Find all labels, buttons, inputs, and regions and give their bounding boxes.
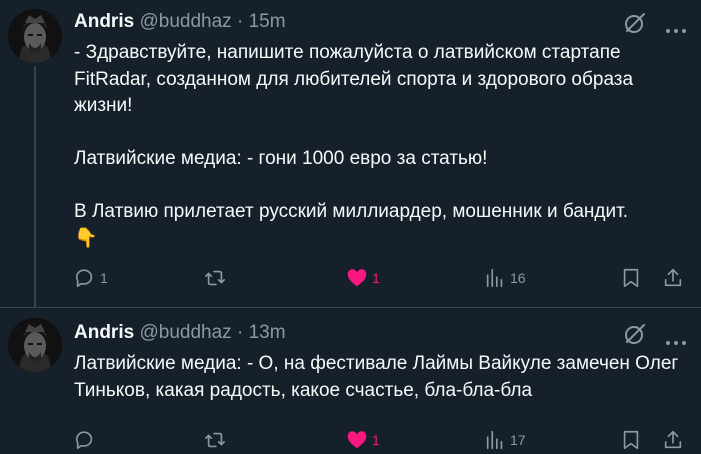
heart-icon [347,269,367,287]
separator-dot: · [236,322,244,343]
more-icon[interactable] [665,333,687,345]
repost-button[interactable] [204,266,230,290]
bookmark-button[interactable] [620,266,642,290]
share-button[interactable] [662,428,684,452]
avatar[interactable] [8,9,62,63]
tweet-header: Andris @buddhaz · 13m [74,322,286,344]
timestamp[interactable]: 13m [249,322,286,343]
tweet[interactable]: Andris @buddhaz · 13m Латвийские медиа: … [0,308,701,454]
more-icon[interactable] [665,21,687,33]
timestamp[interactable]: 15m [249,11,286,32]
tweet[interactable]: Andris @buddhaz · 15m - Здравствуйте, на… [0,0,701,308]
grok-icon[interactable] [623,11,647,35]
repost-button[interactable] [204,428,230,452]
view-count: 17 [510,432,526,448]
share-icon [664,430,682,449]
author-name[interactable]: Andris [74,11,134,32]
reply-icon [75,269,93,288]
author-name[interactable]: Andris [74,322,134,343]
action-bar: 1 17 [74,428,686,452]
repost-icon [205,432,225,448]
bookmark-icon [623,430,639,450]
views-icon [486,268,503,288]
tweet-header: Andris @buddhaz · 15m [74,11,286,33]
view-count: 16 [510,270,526,286]
repost-icon [205,270,225,286]
thread-line [34,66,36,308]
tweet-text: - Здравствуйте, напишите пожалуйста о ла… [74,42,634,249]
like-count: 1 [372,270,380,286]
reply-button[interactable] [74,428,100,452]
grok-icon[interactable] [623,322,647,346]
share-button[interactable] [662,266,684,290]
like-button[interactable]: 1 [346,266,380,290]
action-bar: 1 1 16 [74,266,686,290]
heart-icon [347,431,367,449]
views-button[interactable]: 17 [484,428,526,452]
tweet-text: Латвийские медиа: - О, на фестивале Лайм… [74,353,684,401]
like-button[interactable]: 1 [346,428,380,452]
avatar[interactable] [8,318,62,372]
reply-count: 1 [100,270,108,286]
author-handle[interactable]: @buddhaz [139,11,231,32]
bookmark-button[interactable] [620,428,642,452]
views-button[interactable]: 16 [484,266,526,290]
like-count: 1 [372,432,380,448]
separator-dot: · [236,11,244,32]
bookmark-icon [623,268,639,288]
share-icon [664,268,682,287]
author-handle[interactable]: @buddhaz [139,322,231,343]
reply-icon [75,431,93,450]
views-icon [486,430,503,450]
reply-button[interactable]: 1 [74,266,108,290]
